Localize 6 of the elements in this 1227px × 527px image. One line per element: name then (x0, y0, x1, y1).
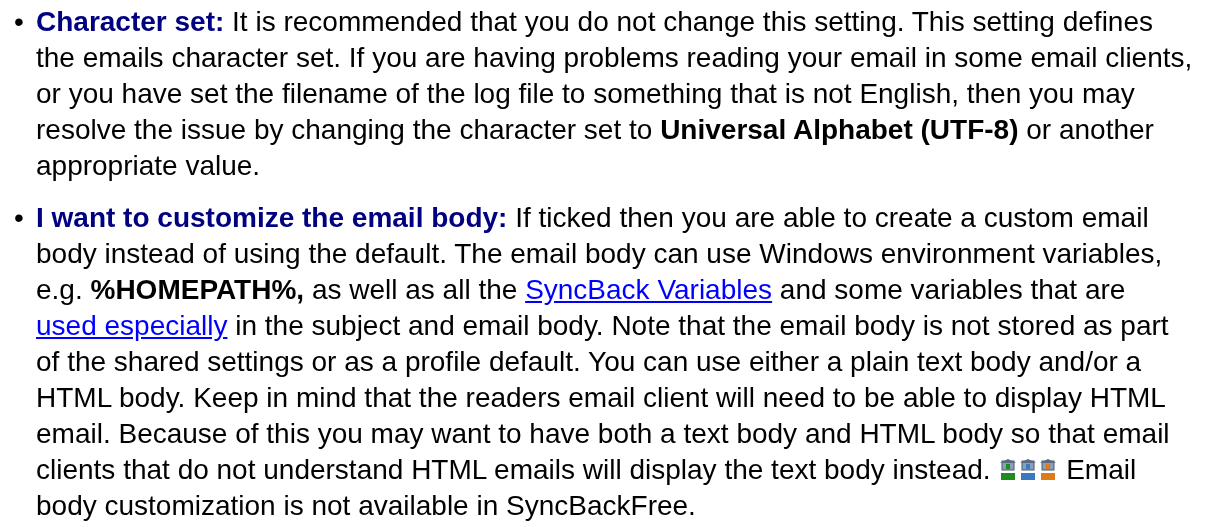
help-link[interactable]: used especially (36, 310, 228, 341)
help-link[interactable]: SyncBack Variables (525, 274, 773, 305)
bullet: • (14, 201, 25, 235)
setting-description: I want to customize the email body: If ticked then you are able to create a custom email body instead of using the default. The email body can use Windows environment variables, e.g. %HOMEPATH%, as well as all the SyncBack Variables and some variables that are used especially in the subject and email body. Note that the email body is not stored as part of the shared settings or as a profile default. You can use either a plain text body and/or a HTML body. Keep in mind that the readers email client will need to be able to display HTML email. Because of this you may want to have both a text body and HTML body so that email clients that do not understand HTML emails will display the text body instead. Email body customization is not available in SyncBackFree. (36, 201, 1171, 523)
setting-description: Character set: It is recommended that you do not change this setting. This setting defines the emails character set. If you are having problems reading your email in some email clients, or you have set the filename of the log file to something that is not English, then you may resolve the issue by changing the character set to Universal Alphabet (UTF-8) or another appropriate value. (36, 5, 1194, 183)
bullet: • (14, 5, 25, 39)
